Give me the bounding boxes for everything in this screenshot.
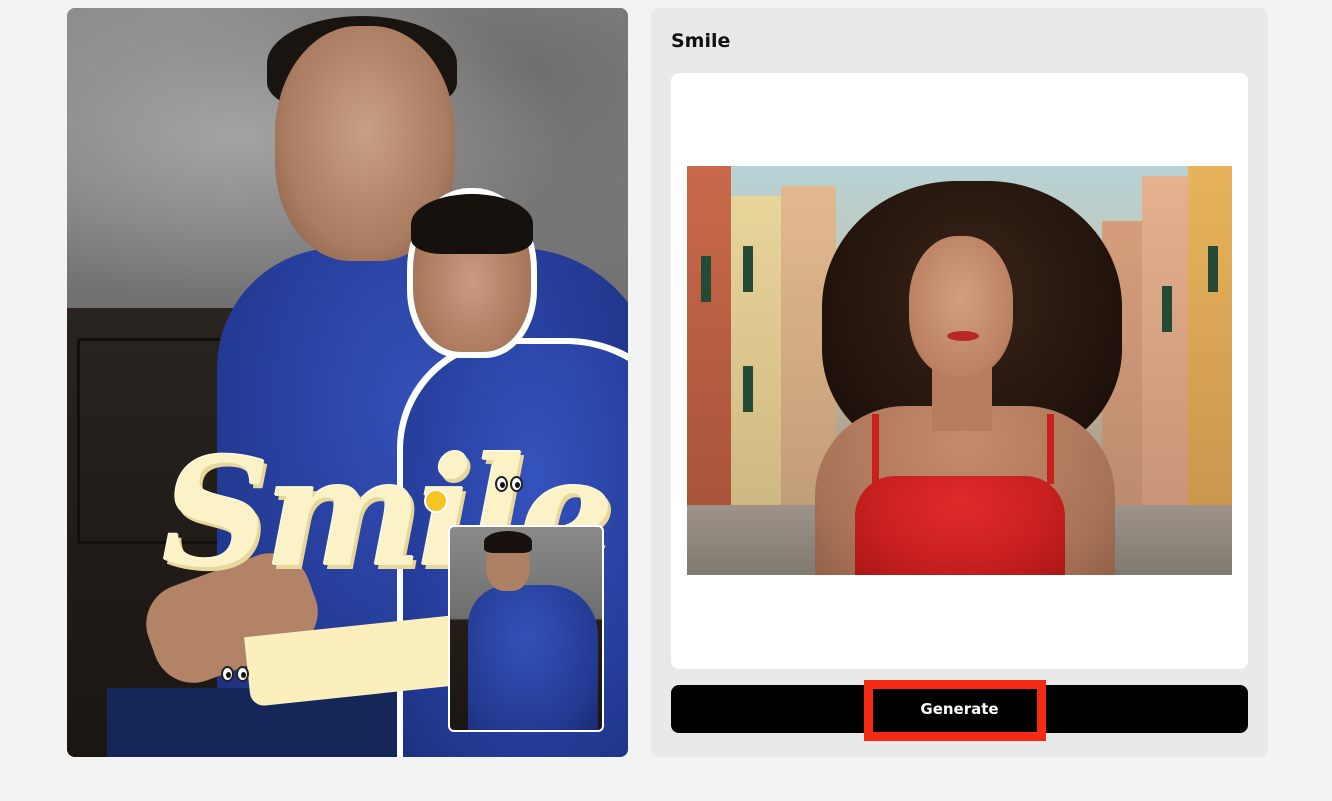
upload-image-box[interactable] <box>671 73 1248 669</box>
window-shutter <box>701 256 711 302</box>
woman-face <box>909 236 1013 376</box>
googly-eyes-icon <box>221 666 249 682</box>
window-shutter <box>743 366 753 412</box>
googly-eyes-icon <box>495 476 523 492</box>
window-shutter <box>1162 286 1172 332</box>
effect-preview-image: Smile <box>67 8 628 757</box>
window-shutter <box>1208 246 1218 292</box>
window-shutter <box>743 246 753 292</box>
thumbnail-figure-shirt <box>468 585 598 730</box>
thumbnail-figure-hair <box>484 531 532 553</box>
top-strap <box>872 414 879 484</box>
panel-title: Smile <box>671 30 731 52</box>
sticker-hair <box>411 194 533 254</box>
red-top <box>855 476 1065 575</box>
woman-lips <box>947 331 979 341</box>
effect-panel: Smile Generate <box>651 8 1268 757</box>
uploaded-photo <box>687 166 1232 575</box>
original-thumbnail <box>448 525 604 732</box>
generate-button[interactable]: Generate <box>671 685 1248 733</box>
top-strap <box>1047 414 1054 484</box>
smiley-emoji-icon <box>424 489 448 513</box>
